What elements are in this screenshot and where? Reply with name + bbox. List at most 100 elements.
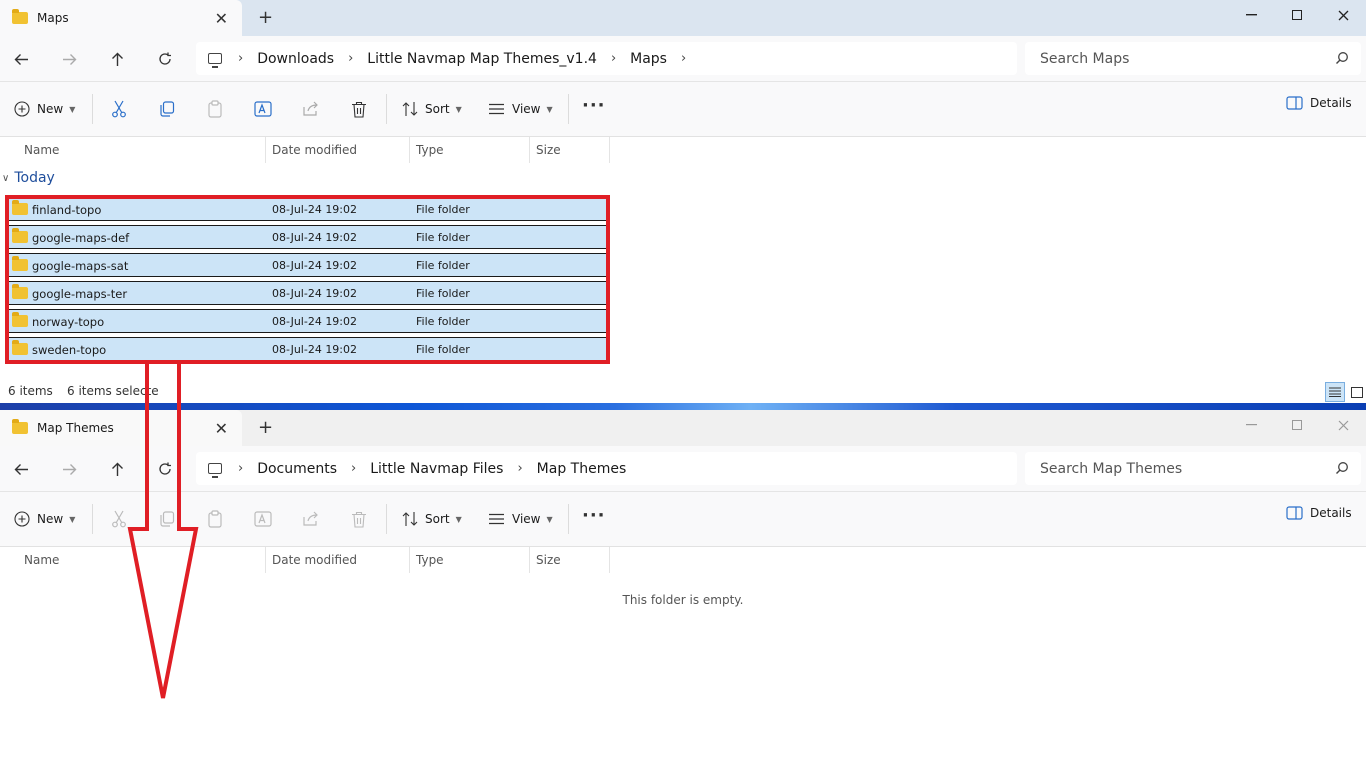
file-row[interactable]: finland-topo 08-Jul-24 19:02 File folder [8, 197, 606, 221]
more-options-button[interactable]: ··· [582, 505, 606, 526]
sort-icon [402, 102, 418, 116]
command-bar: New ▼ Sort ▼ View ▼ ··· Details [0, 82, 1366, 137]
file-date: 08-Jul-24 19:02 [272, 343, 358, 356]
refresh-button[interactable] [153, 457, 177, 481]
folder-icon [12, 9, 28, 24]
chevron-down-icon: ▼ [455, 514, 462, 524]
file-row[interactable]: norway-topo 08-Jul-24 19:02 File folder [8, 309, 606, 333]
cut-button[interactable] [108, 508, 130, 530]
column-header-date[interactable]: Date modified [272, 553, 357, 567]
back-button[interactable] [9, 457, 33, 481]
chevron-right-icon[interactable]: › [238, 461, 243, 476]
column-divider[interactable] [529, 547, 530, 573]
file-row[interactable]: sweden-topo 08-Jul-24 19:02 File folder [8, 337, 606, 361]
breadcrumb-item[interactable]: Documents [257, 461, 337, 477]
sort-label: Sort [425, 512, 450, 526]
search-input[interactable]: Search Map Themes [1025, 452, 1361, 485]
column-header-name[interactable]: Name [24, 553, 59, 567]
breadcrumb-item[interactable]: Maps [630, 51, 667, 67]
column-divider[interactable] [609, 547, 610, 573]
arrow-left-icon [14, 463, 28, 475]
search-input[interactable]: Search Maps [1025, 42, 1361, 75]
copy-button[interactable] [156, 98, 178, 120]
refresh-button[interactable] [153, 47, 177, 71]
file-type: File folder [416, 287, 470, 300]
tab-map-themes[interactable]: Map Themes ✕ [0, 410, 242, 446]
column-divider[interactable] [529, 137, 530, 163]
column-divider[interactable] [409, 137, 410, 163]
file-name: finland-topo [32, 203, 102, 217]
delete-button[interactable] [348, 508, 370, 530]
chevron-right-icon[interactable]: › [517, 461, 522, 476]
up-button[interactable] [105, 47, 129, 71]
column-header-name[interactable]: Name [24, 143, 59, 157]
file-type: File folder [416, 259, 470, 272]
view-button[interactable]: View ▼ [488, 96, 553, 122]
toolbar-divider [568, 504, 569, 534]
column-header-type[interactable]: Type [416, 553, 444, 567]
new-tab-button[interactable]: + [258, 417, 273, 438]
details-pane-button[interactable]: Details [1286, 506, 1352, 520]
breadcrumb[interactable]: › Downloads › Little Navmap Map Themes_v… [196, 42, 1017, 75]
sort-button[interactable]: Sort ▼ [402, 96, 462, 122]
new-label: New [37, 102, 64, 116]
plus-circle-icon [14, 511, 30, 527]
sort-button[interactable]: Sort ▼ [402, 506, 462, 532]
item-count: 6 items [8, 384, 53, 398]
details-pane-button[interactable]: Details [1286, 96, 1352, 110]
breadcrumb-item[interactable]: Downloads [257, 51, 334, 67]
column-header-date[interactable]: Date modified [272, 143, 357, 157]
chevron-right-icon[interactable]: › [348, 51, 353, 66]
breadcrumb-item[interactable]: Little Navmap Files [370, 461, 503, 477]
file-row[interactable]: google-maps-ter 08-Jul-24 19:02 File fol… [8, 281, 606, 305]
maximize-button[interactable] [1274, 0, 1320, 30]
close-window-button[interactable] [1320, 410, 1366, 440]
details-view-toggle[interactable] [1325, 382, 1345, 402]
forward-button[interactable] [57, 457, 81, 481]
rename-button[interactable] [252, 508, 274, 530]
copy-button[interactable] [156, 508, 178, 530]
more-options-button[interactable]: ··· [582, 95, 606, 116]
file-row[interactable]: google-maps-def 08-Jul-24 19:02 File fol… [8, 225, 606, 249]
share-button[interactable] [300, 508, 322, 530]
column-header-size[interactable]: Size [536, 143, 561, 157]
column-divider[interactable] [265, 137, 266, 163]
new-button[interactable]: New ▼ [14, 96, 75, 122]
column-header-type[interactable]: Type [416, 143, 444, 157]
paste-button[interactable] [204, 98, 226, 120]
column-divider[interactable] [609, 137, 610, 163]
close-tab-icon[interactable]: ✕ [215, 419, 228, 438]
rename-button[interactable] [252, 98, 274, 120]
chevron-right-icon[interactable]: › [351, 461, 356, 476]
chevron-right-icon[interactable]: › [681, 51, 686, 66]
maximize-button[interactable] [1274, 410, 1320, 440]
breadcrumb[interactable]: › Documents › Little Navmap Files › Map … [196, 452, 1017, 485]
column-header-size[interactable]: Size [536, 553, 561, 567]
paste-button[interactable] [204, 508, 226, 530]
view-button[interactable]: View ▼ [488, 506, 553, 532]
forward-button[interactable] [57, 47, 81, 71]
chevron-right-icon[interactable]: › [238, 51, 243, 66]
close-window-button[interactable] [1320, 0, 1366, 30]
file-row[interactable]: google-maps-sat 08-Jul-24 19:02 File fol… [8, 253, 606, 277]
share-button[interactable] [300, 98, 322, 120]
group-header-today[interactable]: ∨ Today [2, 170, 55, 186]
column-divider[interactable] [265, 547, 266, 573]
tiles-view-toggle[interactable] [1347, 382, 1366, 402]
column-divider[interactable] [409, 547, 410, 573]
breadcrumb-item[interactable]: Map Themes [537, 461, 627, 477]
close-tab-icon[interactable]: ✕ [215, 9, 228, 28]
minimize-button[interactable] [1228, 410, 1274, 440]
new-tab-button[interactable]: + [258, 7, 273, 28]
cut-button[interactable] [108, 98, 130, 120]
chevron-right-icon[interactable]: › [611, 51, 616, 66]
back-button[interactable] [9, 47, 33, 71]
delete-button[interactable] [348, 98, 370, 120]
new-button[interactable]: New ▼ [14, 506, 75, 532]
breadcrumb-item[interactable]: Little Navmap Map Themes_v1.4 [367, 51, 597, 67]
up-button[interactable] [105, 457, 129, 481]
minimize-button[interactable] [1228, 0, 1274, 30]
tab-maps[interactable]: Maps ✕ [0, 0, 242, 36]
close-icon [1338, 10, 1348, 20]
file-date: 08-Jul-24 19:02 [272, 287, 358, 300]
